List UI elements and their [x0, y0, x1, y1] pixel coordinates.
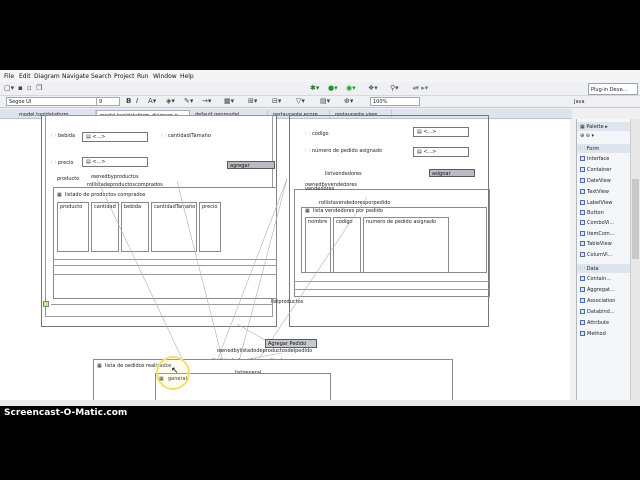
palette-item-databinding[interactable]: Databind...	[580, 309, 615, 315]
palette-item-interface[interactable]: Interface	[580, 156, 609, 162]
editor-left-margin	[0, 119, 37, 406]
palette-item-association[interactable]: Association	[580, 298, 615, 304]
align-icon[interactable]: ⊞▾	[248, 97, 257, 105]
font-size-select[interactable]: 9	[96, 97, 120, 106]
palette-item-attribute[interactable]: Attribute	[580, 320, 609, 326]
palette-item-comboview[interactable]: ComboVi...	[580, 220, 614, 226]
palette-form-header[interactable]: 🗀 Form	[577, 144, 631, 153]
palette-item-tableview[interactable]: TableView	[580, 241, 612, 247]
size-icon[interactable]: ⊟▾	[272, 97, 281, 105]
line-style-icon[interactable]: →▾	[202, 97, 211, 105]
run-external-icon[interactable]: ◉▾	[346, 84, 356, 92]
main-toolbar: ▢▾ ▪ ▫ ❐ ✱▾ ●▾ ◉▾ ❖▾ ⚲▾ ◂▾ ▸▾ Plug-in De…	[0, 82, 640, 96]
search-icon[interactable]: ⚲▾	[390, 84, 399, 92]
palette-item-container-data[interactable]: Contain...	[580, 276, 611, 282]
menu-run[interactable]: Run	[137, 73, 149, 80]
palette-item-textview[interactable]: TextView	[580, 189, 609, 195]
eclipse-window: File Edit Diagram Navigate Search Projec…	[0, 70, 640, 406]
zoom-icon[interactable]: ⊕▾	[344, 97, 353, 105]
table-icon: ▦	[97, 363, 102, 369]
palette-item-method[interactable]: Method	[580, 331, 606, 337]
menu-window[interactable]: Window	[153, 73, 177, 80]
screencast-watermark: Screencast-O-Matic.com	[4, 408, 128, 418]
palette-item-columview[interactable]: ColumVi...	[580, 252, 612, 258]
perspective-plugin-dev[interactable]: Plug-in Deve...	[588, 83, 638, 95]
copy-icon[interactable]: ❐	[36, 84, 42, 92]
label-ownedbylistadodeproductosdelpedido: ownedbylistadodeproductosdelpedido	[217, 348, 313, 354]
filter-icon[interactable]: ▽▾	[296, 97, 305, 105]
font-color-icon[interactable]: A▾	[148, 97, 156, 105]
bold-icon[interactable]: B	[126, 97, 131, 105]
fill-color-icon[interactable]: ◈▾	[166, 97, 175, 105]
menu-diagram[interactable]: Diagram	[34, 73, 60, 80]
format-toolbar: Segoe UI 9 B I A▾ ◈▾ ✎▾ →▾ ▦▾ ⊞▾ ⊟▾ ▽▾ ▤…	[0, 96, 640, 108]
mouse-pointer-icon: ↖	[171, 366, 179, 376]
vertical-scrollbar[interactable]	[630, 119, 640, 406]
perspective-java[interactable]: Java	[570, 96, 630, 107]
agregar-pedido-button[interactable]: Agregar Pedido	[265, 339, 317, 348]
debug-icon[interactable]: ✱▾	[310, 84, 319, 92]
folder-icon: 🗀	[580, 266, 587, 272]
print-icon[interactable]: ▫	[27, 84, 32, 92]
palette-item-aggregation[interactable]: Aggregat...	[580, 287, 615, 293]
palette-panel: ▦ Palette ▸ ⊕ ⊖ ▾ 🗀 Form Interface Conta…	[576, 119, 631, 406]
palette-item-button[interactable]: Button	[580, 210, 604, 216]
arrange-icon[interactable]: ▦▾	[224, 97, 234, 105]
palette-title: ▦ Palette ▸	[577, 122, 631, 131]
folder-icon: 🗀	[580, 146, 587, 152]
scroll-thumb[interactable]	[632, 179, 639, 259]
palette-data-header[interactable]: 🗀 Data	[577, 264, 631, 273]
layer-icon[interactable]: ▤▾	[320, 97, 330, 105]
palette-item-labelview[interactable]: LabelView	[580, 200, 612, 206]
menu-project[interactable]: Project	[114, 73, 135, 80]
zoom-select[interactable]: 100%	[370, 97, 420, 106]
palette-item-itemcombo[interactable]: ItemCom...	[580, 231, 615, 237]
horizontal-scrollbar[interactable]	[0, 400, 640, 406]
open-type-icon[interactable]: ❖▾	[368, 84, 378, 92]
menu-search[interactable]: Search	[91, 73, 112, 80]
italic-icon[interactable]: I	[136, 97, 138, 105]
navigate-back-icon[interactable]: ◂▾ ▸▾	[412, 84, 428, 92]
save-icon[interactable]: ▪	[18, 84, 23, 92]
menu-bar: File Edit Diagram Navigate Search Projec…	[0, 70, 640, 82]
menu-file[interactable]: File	[4, 73, 14, 80]
palette-item-container[interactable]: Container	[580, 167, 611, 173]
palette-zoom-tools[interactable]: ⊕ ⊖ ▾	[580, 133, 594, 139]
menu-help[interactable]: Help	[180, 73, 194, 80]
menu-navigate[interactable]: Navigate	[62, 73, 89, 80]
new-icon[interactable]: ▢▾	[4, 84, 14, 92]
run-icon[interactable]: ●▾	[328, 84, 338, 92]
line-color-icon[interactable]: ✎▾	[184, 97, 193, 105]
font-name-select[interactable]: Segoe UI	[6, 97, 98, 106]
menu-edit[interactable]: Edit	[19, 73, 31, 80]
palette-item-dateview[interactable]: DateView	[580, 178, 611, 184]
diagram-canvas[interactable]: 🗀 bebida ▤ <...> 🗀 cantidad/Tamaño 🗀 pre…	[37, 115, 570, 406]
